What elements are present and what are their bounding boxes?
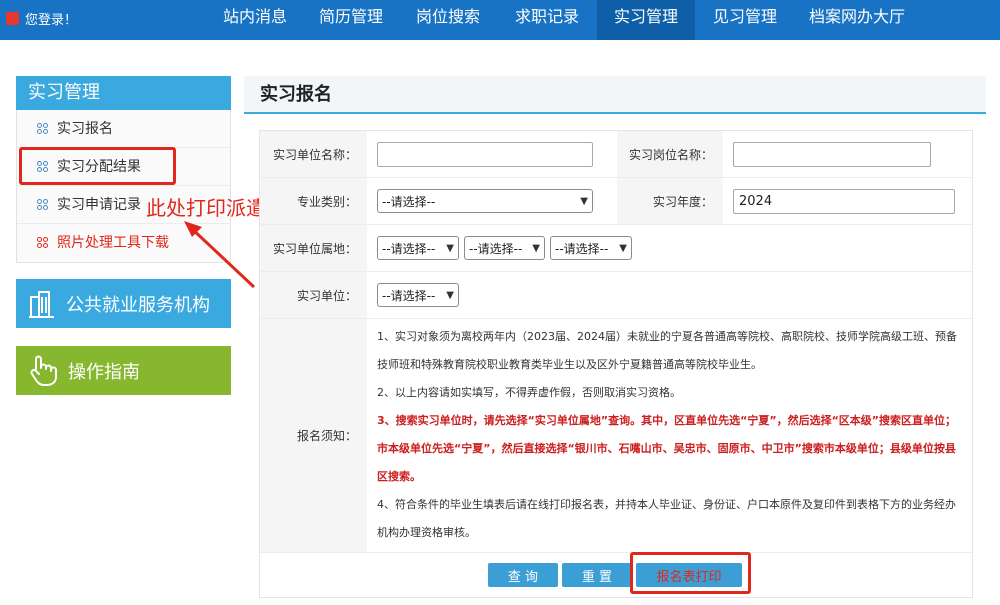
location-select-value: --请选择--: [555, 241, 609, 256]
chevron-down-icon: ▼: [532, 242, 540, 254]
top-nav-bar: 您登录！ 站内消息 简历管理 岗位搜索 求职记录 实习管理 见习管理 档案网办大…: [0, 0, 1000, 40]
logo-icon: [6, 12, 19, 25]
nav-site-messages[interactable]: 站内消息: [210, 0, 300, 40]
note-item: 2、以上内容请如实填写，不得弄虚作假，否则取消实习资格。: [377, 386, 681, 399]
welcome-text: 您登录！: [25, 13, 78, 28]
sidebar-item-label: 照片处理工具下载: [57, 235, 169, 251]
form-row-notes: 报名须知： 1、实习对象须为离校两年内（2023届、2024届）未就业的宁夏各普…: [260, 319, 972, 553]
signup-form: 实习单位名称： 实习岗位名称： 专业类别： --请选择-- ▼ 实习年度： 20…: [259, 130, 973, 598]
location-cell: --请选择-- ▼ --请选择-- ▼ --请选择-- ▼: [367, 225, 972, 271]
unit-label: 实习单位：: [260, 272, 367, 318]
major-select-value: --请选择--: [382, 194, 436, 209]
note-item: 4、符合条件的毕业生填表后请在线打印报名表，并持本人毕业证、身份证、户口本原件及…: [377, 498, 956, 539]
location-select-value: --请选择--: [469, 241, 523, 256]
form-row-unit: 实习单位： --请选择-- ▼: [260, 272, 972, 319]
reset-button[interactable]: 重 置: [562, 563, 632, 587]
post-name-cell: [723, 131, 972, 177]
nav-job-records[interactable]: 求职记录: [502, 0, 592, 40]
grid-icon: [37, 198, 49, 211]
location-select-county[interactable]: --请选择-- ▼: [550, 236, 632, 260]
form-row-major-year: 专业类别： --请选择-- ▼ 实习年度： 2024: [260, 178, 972, 225]
chevron-down-icon: ▼: [619, 242, 627, 254]
year-input[interactable]: 2024: [733, 188, 955, 214]
grid-icon: [37, 122, 49, 135]
grid-icon: [37, 237, 49, 249]
sidebar-title: 实习管理: [16, 76, 231, 110]
location-select-value: --请选择--: [382, 241, 436, 256]
nav-internship-management[interactable]: 实习管理: [597, 0, 695, 40]
notes-label: 报名须知：: [260, 319, 367, 552]
unit-select-value: --请选择--: [382, 288, 436, 303]
location-select-province[interactable]: --请选择-- ▼: [377, 236, 459, 260]
nav-archive-hall[interactable]: 档案网办大厅: [798, 0, 916, 40]
unit-select[interactable]: --请选择-- ▼: [377, 283, 459, 307]
location-label: 实习单位属地：: [260, 225, 367, 271]
sidebar-item-internship-signup[interactable]: 实习报名: [17, 110, 230, 148]
chevron-down-icon: ▼: [446, 242, 454, 254]
signup-notes: 1、实习对象须为离校两年内（2023届、2024届）未就业的宁夏各普通高等院校、…: [377, 319, 972, 547]
form-button-row: 查 询 重 置 报名表打印: [260, 553, 972, 597]
building-icon: [29, 290, 54, 318]
note-item-important: 3、搜索实习单位时，请先选择“实习单位属地”查询。其中，区直单位先选“宁夏”，然…: [377, 414, 957, 483]
year-label: 实习年度：: [617, 178, 723, 224]
annotation-arrow-icon: [184, 221, 256, 289]
note-item: 1、实习对象须为离校两年内（2023届、2024届）未就业的宁夏各普通高等院校、…: [377, 330, 957, 371]
hand-pointer-icon: [30, 355, 57, 386]
major-select[interactable]: --请选择-- ▼: [377, 189, 593, 213]
page-title: 实习报名: [244, 76, 986, 114]
main-panel: 实习报名: [244, 76, 986, 114]
page-root: 您登录！ 站内消息 简历管理 岗位搜索 求职记录 实习管理 见习管理 档案网办大…: [0, 0, 1000, 605]
major-cell: --请选择-- ▼: [367, 178, 617, 224]
nav-job-search[interactable]: 岗位搜索: [403, 0, 493, 40]
highlight-box-allocation: [19, 147, 176, 185]
year-cell: 2024: [723, 178, 972, 224]
chevron-down-icon: ▼: [580, 195, 588, 207]
query-button[interactable]: 查 询: [488, 563, 558, 587]
post-name-label: 实习岗位名称：: [617, 131, 723, 177]
unit-name-label: 实习单位名称：: [260, 131, 367, 177]
highlight-box-print: [630, 552, 751, 594]
sidebar-item-label: 实习申请记录: [57, 196, 141, 213]
location-select-city[interactable]: --请选择-- ▼: [464, 236, 545, 260]
welcome-area: 您登录！: [6, 9, 77, 28]
notes-cell: 1、实习对象须为离校两年内（2023届、2024届）未就业的宁夏各普通高等院校、…: [367, 319, 972, 552]
sidebar-item-label: 实习报名: [57, 120, 113, 137]
unit-name-input[interactable]: [377, 141, 593, 167]
form-row-names: 实习单位名称： 实习岗位名称：: [260, 131, 972, 178]
guide-button[interactable]: 操作指南: [16, 346, 231, 395]
chevron-down-icon: ▼: [446, 289, 454, 301]
unit-cell: --请选择-- ▼: [367, 272, 972, 318]
nav-resume-management[interactable]: 简历管理: [306, 0, 396, 40]
guide-label: 操作指南: [68, 361, 140, 383]
unit-name-cell: [367, 131, 617, 177]
form-row-location: 实习单位属地： --请选择-- ▼ --请选择-- ▼ --请选择-- ▼: [260, 225, 972, 272]
nav-traineeship-management[interactable]: 见习管理: [700, 0, 790, 40]
post-name-input[interactable]: [733, 141, 931, 167]
major-label: 专业类别：: [260, 178, 367, 224]
